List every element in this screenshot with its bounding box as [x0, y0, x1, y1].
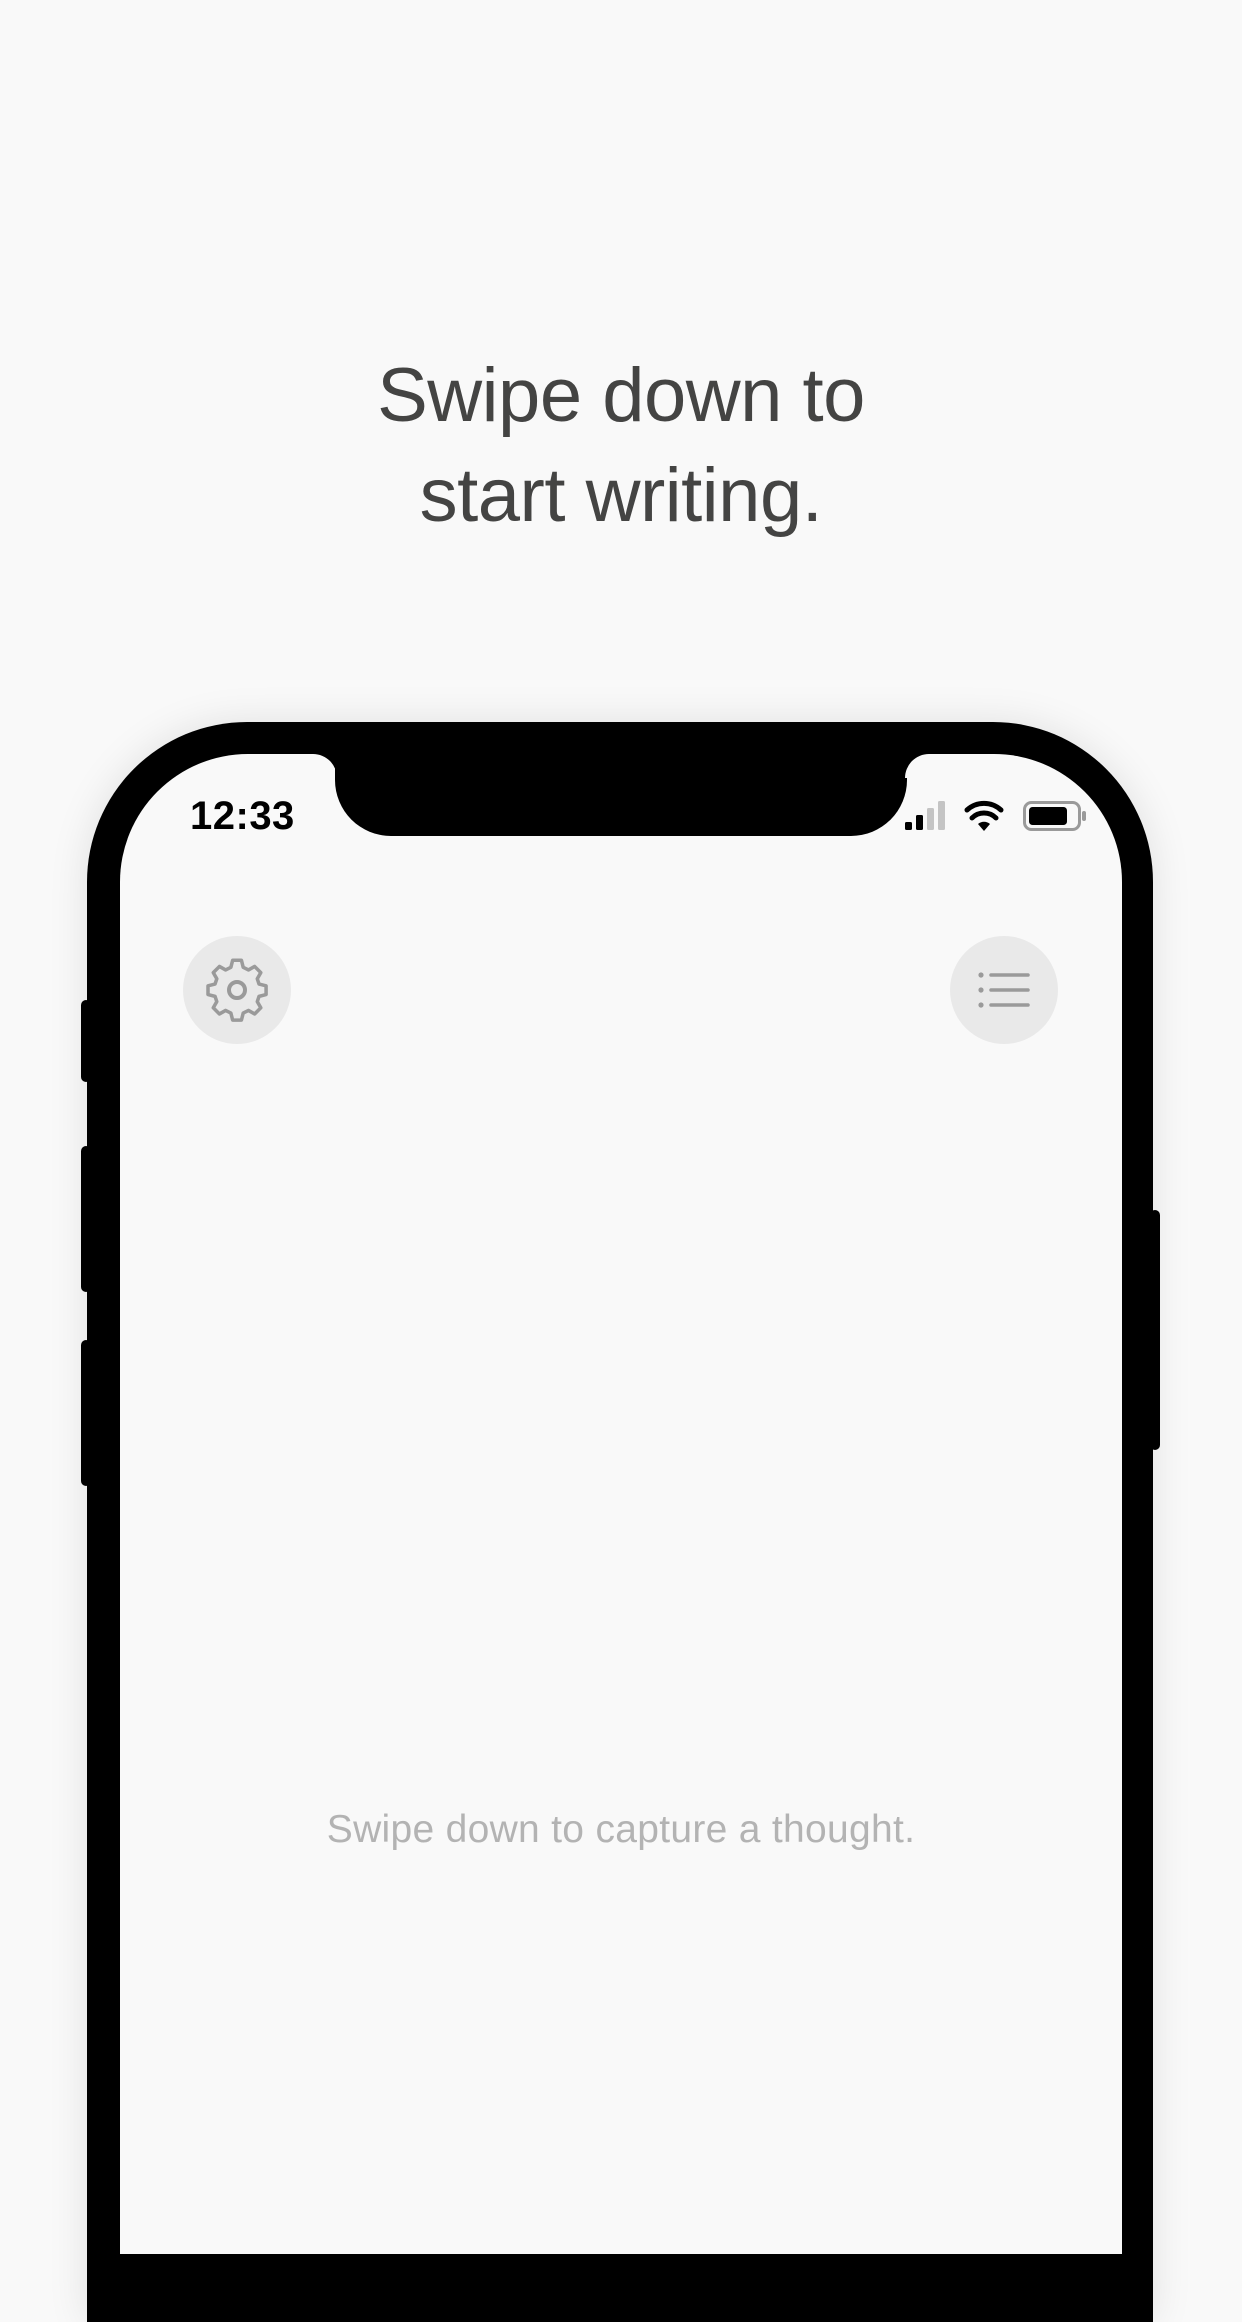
- promo-headline-line-1: Swipe down to: [377, 352, 865, 438]
- status-bar-icons: [905, 800, 1086, 831]
- list-icon: [978, 972, 1030, 1008]
- empty-state-hint: Swipe down to capture a thought.: [326, 1808, 916, 1851]
- notch-corner-left: [313, 754, 337, 778]
- status-bar-time: 12:33: [190, 794, 295, 838]
- app-screen: 12:33 Swipe down to capture a thought.: [120, 754, 1122, 2254]
- gear-icon: [206, 958, 268, 1022]
- wifi-icon: [964, 800, 1004, 831]
- signal-icon: [905, 801, 945, 830]
- promo-headline-line-2: start writing.: [419, 452, 823, 538]
- battery-icon: [1023, 801, 1086, 831]
- device-notch: [335, 754, 907, 836]
- promo-headline: Swipe down to start writing.: [0, 346, 1242, 546]
- notch-corner-right: [905, 754, 929, 778]
- notes-list-button[interactable]: [950, 936, 1058, 1044]
- settings-button[interactable]: [183, 936, 291, 1044]
